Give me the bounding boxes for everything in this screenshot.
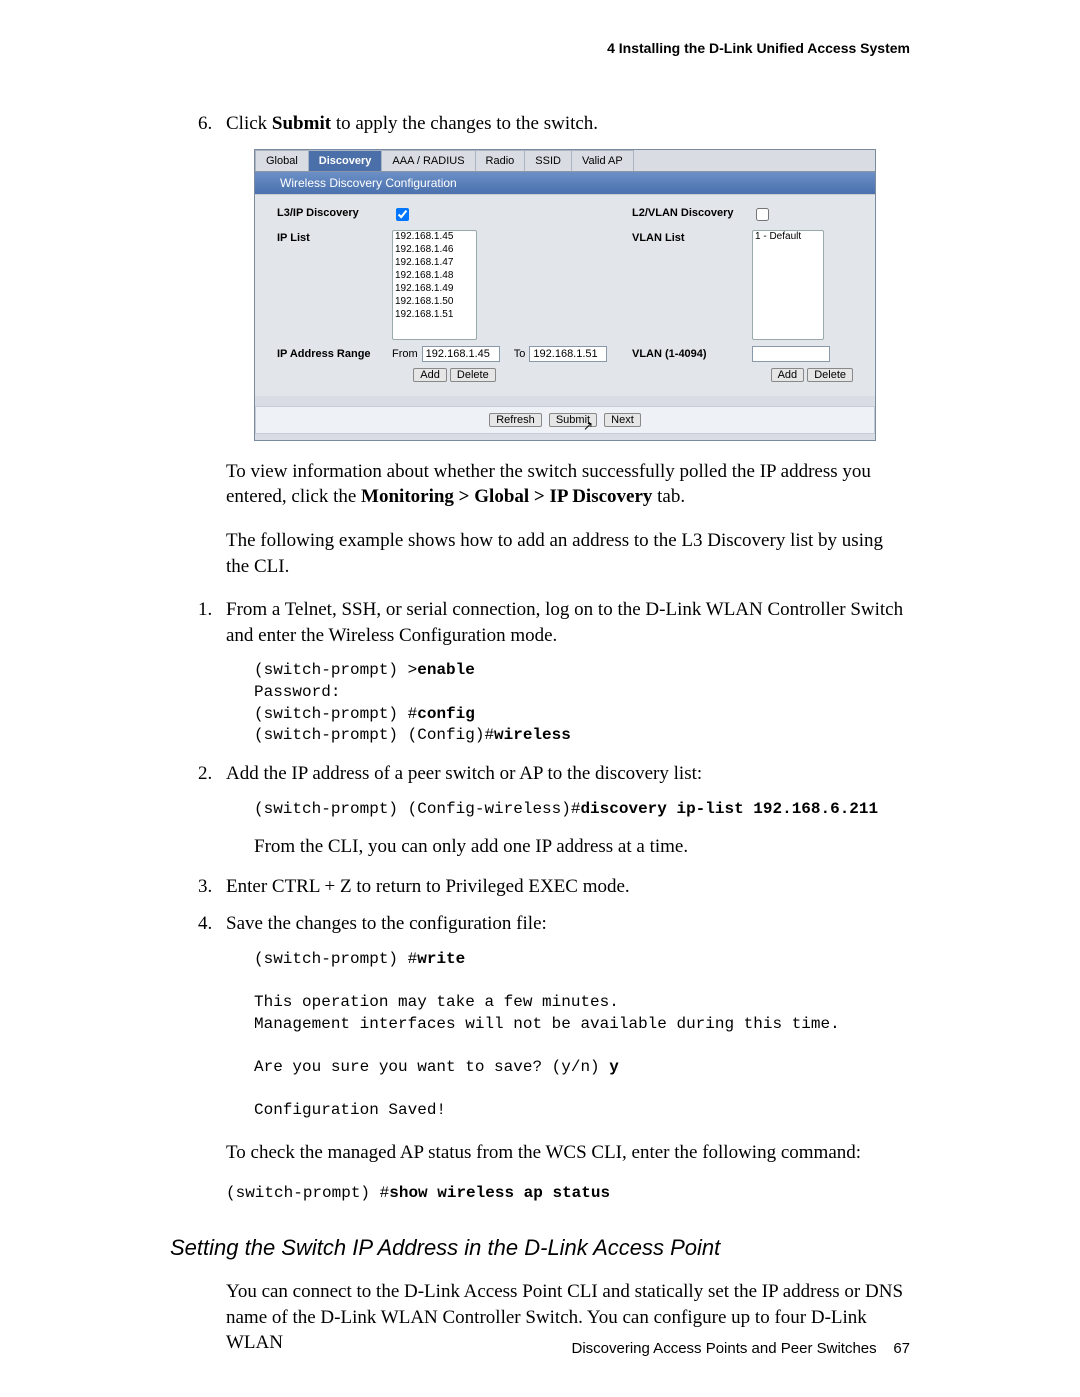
- tab-bar: Global Discovery AAA / RADIUS Radio SSID…: [255, 150, 875, 172]
- t-b: Monitoring > Global > IP Discovery: [361, 486, 652, 507]
- step-text: Click Submit to apply the changes to the…: [226, 111, 910, 137]
- ip-to-input[interactable]: [529, 346, 607, 362]
- add-button-right[interactable]: Add: [771, 368, 805, 382]
- t: Management interfaces will not be availa…: [254, 1015, 840, 1033]
- l3-discovery-label: L3/IP Discovery: [277, 205, 392, 219]
- t-b: y: [609, 1058, 619, 1076]
- page-footer: Discovering Access Points and Peer Switc…: [571, 1340, 910, 1357]
- t: Configuration Saved!: [254, 1101, 446, 1119]
- panel-title: Wireless Discovery Configuration: [255, 172, 875, 194]
- delete-button-right[interactable]: Delete: [807, 368, 853, 382]
- t-b: config: [417, 705, 475, 723]
- cli-block-1: (switch-prompt) >enable Password: (switc…: [254, 660, 910, 746]
- footer-page: 67: [893, 1340, 910, 1357]
- t: Click: [226, 113, 272, 134]
- ip-option[interactable]: 192.168.1.45: [393, 231, 476, 244]
- footer-text: Discovering Access Points and Peer Switc…: [571, 1340, 876, 1357]
- t-b: Submit: [272, 113, 331, 134]
- l2-discovery-checkbox[interactable]: [756, 208, 769, 221]
- step-3: 3. Enter CTRL + Z to return to Privilege…: [170, 874, 910, 900]
- ip-from-input[interactable]: [422, 346, 500, 362]
- step-num: 1.: [198, 597, 226, 648]
- step-text: Save the changes to the configuration fi…: [226, 911, 910, 937]
- step-text: Add the IP address of a peer switch or A…: [226, 761, 910, 787]
- step-num: 3.: [198, 874, 226, 900]
- t: (switch-prompt) (Config-wireless)#: [254, 800, 580, 818]
- ip-option[interactable]: 192.168.1.48: [393, 270, 476, 283]
- cli-block-5: (switch-prompt) #show wireless ap status: [226, 1183, 910, 1205]
- tab-radio[interactable]: Radio: [475, 150, 526, 171]
- t-b: write: [417, 950, 465, 968]
- vlan-option[interactable]: 1 - Default: [753, 231, 823, 244]
- t-b: enable: [417, 661, 475, 679]
- step-1: 1. From a Telnet, SSH, or serial connect…: [170, 597, 910, 648]
- t-b: discovery ip-list 192.168.6.211: [580, 800, 878, 818]
- ip-option[interactable]: 192.168.1.51: [393, 309, 476, 322]
- ip-option[interactable]: 192.168.1.49: [393, 283, 476, 296]
- ip-option[interactable]: 192.168.1.46: [393, 244, 476, 257]
- cli-block-4: (switch-prompt) #write This operation ma…: [254, 949, 910, 1122]
- refresh-button[interactable]: Refresh: [489, 413, 542, 427]
- t: This operation may take a few minutes.: [254, 993, 619, 1011]
- para-example: The following example shows how to add a…: [226, 528, 910, 579]
- cli-block-2: (switch-prompt) (Config-wireless)#discov…: [254, 799, 910, 821]
- ui-screenshot: Global Discovery AAA / RADIUS Radio SSID…: [254, 149, 876, 441]
- page-header: 4 Installing the D-Link Unified Access S…: [170, 40, 910, 56]
- tab-aaa-radius[interactable]: AAA / RADIUS: [381, 150, 475, 171]
- ip-list-select[interactable]: 192.168.1.45 192.168.1.46 192.168.1.47 1…: [392, 230, 477, 340]
- step-num: 6.: [198, 111, 226, 137]
- t: (switch-prompt) #: [226, 1184, 389, 1202]
- tab-ssid[interactable]: SSID: [524, 150, 572, 171]
- vlan-input[interactable]: [752, 346, 830, 362]
- vlan-list-select[interactable]: 1 - Default: [752, 230, 824, 340]
- para-check: To check the managed AP status from the …: [226, 1140, 910, 1166]
- vlan-range-label: VLAN (1-4094): [632, 346, 752, 360]
- t: Are you sure you want to save? (y/n): [254, 1058, 609, 1076]
- t: to apply the changes to the switch.: [331, 113, 598, 134]
- submit-button[interactable]: Submit: [549, 413, 597, 427]
- add-button-left[interactable]: Add: [413, 368, 447, 382]
- tab-discovery[interactable]: Discovery: [308, 150, 383, 171]
- ip-option[interactable]: 192.168.1.47: [393, 257, 476, 270]
- t-b: wireless: [494, 726, 571, 744]
- t-b: show wireless ap status: [389, 1184, 610, 1202]
- step-4: 4. Save the changes to the configuration…: [170, 911, 910, 937]
- step-text: Enter CTRL + Z to return to Privileged E…: [226, 874, 910, 900]
- ip-range-label: IP Address Range: [277, 346, 392, 360]
- t: (switch-prompt) >: [254, 661, 417, 679]
- step-num: 4.: [198, 911, 226, 937]
- t: (switch-prompt) #: [254, 705, 417, 723]
- next-button[interactable]: Next: [604, 413, 641, 427]
- ip-list-label: IP List: [277, 230, 392, 244]
- from-label: From: [392, 348, 418, 360]
- para-view-info: To view information about whether the sw…: [226, 459, 910, 510]
- t: Password:: [254, 683, 340, 701]
- delete-button-left[interactable]: Delete: [450, 368, 496, 382]
- t: (switch-prompt) (Config)#: [254, 726, 494, 744]
- tab-valid-ap[interactable]: Valid AP: [571, 150, 634, 171]
- to-label: To: [514, 348, 526, 360]
- t: tab.: [652, 486, 685, 507]
- l2-discovery-label: L2/VLAN Discovery: [632, 205, 752, 219]
- step-2: 2. Add the IP address of a peer switch o…: [170, 761, 910, 787]
- section-heading: Setting the Switch IP Address in the D-L…: [170, 1235, 910, 1261]
- step-6: 6. Click Submit to apply the changes to …: [170, 111, 910, 137]
- ip-option[interactable]: 192.168.1.50: [393, 296, 476, 309]
- vlan-list-label: VLAN List: [632, 230, 752, 244]
- tab-global[interactable]: Global: [255, 150, 309, 171]
- step-2-note: From the CLI, you can only add one IP ad…: [254, 834, 910, 860]
- l3-discovery-checkbox[interactable]: [396, 208, 409, 221]
- step-num: 2.: [198, 761, 226, 787]
- step-text: From a Telnet, SSH, or serial connection…: [226, 597, 910, 648]
- t: (switch-prompt) #: [254, 950, 417, 968]
